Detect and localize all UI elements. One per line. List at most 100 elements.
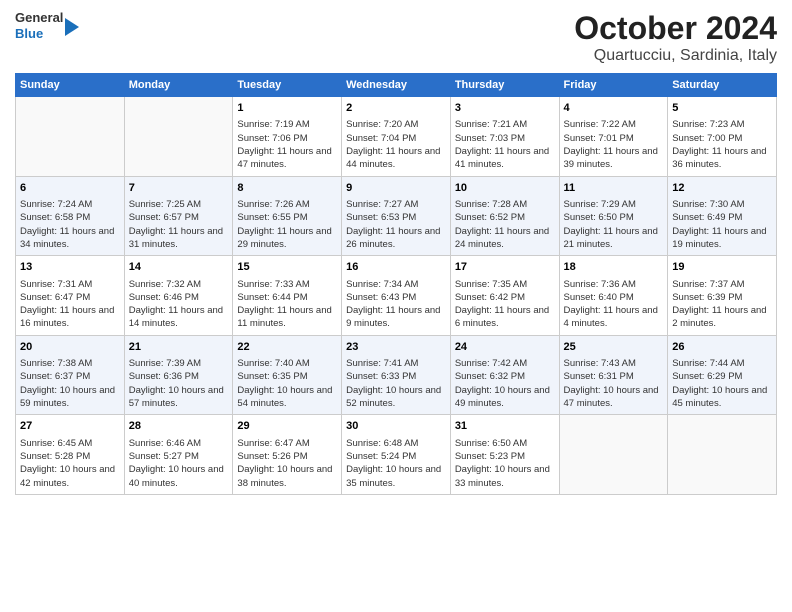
day-number: 5 xyxy=(672,101,772,116)
column-header-tuesday: Tuesday xyxy=(233,74,342,97)
calendar-cell: 6Sunrise: 7:24 AMSunset: 6:58 PMDaylight… xyxy=(16,176,125,256)
day-number: 20 xyxy=(20,340,120,355)
cell-info: Sunrise: 7:26 AMSunset: 6:55 PMDaylight:… xyxy=(237,198,337,251)
cell-info: Sunrise: 7:28 AMSunset: 6:52 PMDaylight:… xyxy=(455,198,555,251)
calendar-cell: 3 Sunrise: 7:21 AMSunset: 7:03 PMDaylight… xyxy=(450,97,559,177)
calendar-cell: 8 Sunrise: 7:26 AMSunset: 6:55 PMDaylight… xyxy=(233,176,342,256)
calendar-cell: 10 Sunrise: 7:28 AMSunset: 6:52 PMDayligh… xyxy=(450,176,559,256)
calendar-cell: 30Sunrise: 6:48 AMSunset: 5:24 PMDayligh… xyxy=(342,415,451,495)
logo-blue: Blue xyxy=(15,26,43,41)
calendar-cell xyxy=(16,97,125,177)
day-number: 14 xyxy=(129,260,229,275)
calendar-cell xyxy=(124,97,233,177)
cell-info: Sunrise: 7:42 AMSunset: 6:32 PMDaylight:… xyxy=(455,357,555,410)
calendar-week-4: 20Sunrise: 7:38 AMSunset: 6:37 PMDayligh… xyxy=(16,335,777,415)
day-number: 16 xyxy=(346,260,446,275)
calendar-cell: 11Sunrise: 7:29 AMSunset: 6:50 PMDayligh… xyxy=(559,176,668,256)
calendar-week-3: 13 Sunrise: 7:31 AMSunset: 6:47 PMDayligh… xyxy=(16,256,777,336)
day-number: 10 xyxy=(455,181,555,196)
column-header-friday: Friday xyxy=(559,74,668,97)
day-number: 25 xyxy=(564,340,664,355)
column-header-monday: Monday xyxy=(124,74,233,97)
page-subtitle: Quartucciu, Sardinia, Italy xyxy=(574,47,777,65)
cell-info: Sunrise: 6:46 AMSunset: 5:27 PMDaylight:… xyxy=(129,437,229,490)
cell-info: Sunrise: 7:24 AMSunset: 6:58 PMDaylight:… xyxy=(20,198,120,251)
logo: General Blue xyxy=(15,10,79,41)
cell-info: Sunrise: 7:30 AMSunset: 6:49 PMDaylight:… xyxy=(672,198,772,251)
cell-info: Sunrise: 7:43 AMSunset: 6:31 PMDaylight:… xyxy=(564,357,664,410)
cell-info: Sunrise: 7:33 AMSunset: 6:44 PMDaylight:… xyxy=(237,278,337,331)
day-number: 4 xyxy=(564,101,664,116)
calendar-cell: 28 Sunrise: 6:46 AMSunset: 5:27 PMDayligh… xyxy=(124,415,233,495)
logo-arrow-icon xyxy=(65,18,79,36)
day-number: 28 xyxy=(129,419,229,434)
calendar-header: SundayMondayTuesdayWednesdayThursdayFrid… xyxy=(16,74,777,97)
cell-info: Sunrise: 6:50 AMSunset: 5:23 PMDaylight:… xyxy=(455,437,555,490)
cell-info: Sunrise: 7:21 AMSunset: 7:03 PMDaylight:… xyxy=(455,118,555,171)
day-number: 7 xyxy=(129,181,229,196)
calendar-cell: 21 Sunrise: 7:39 AMSunset: 6:36 PMDayligh… xyxy=(124,335,233,415)
header-row: SundayMondayTuesdayWednesdayThursdayFrid… xyxy=(16,74,777,97)
calendar-week-1: 1Sunrise: 7:19 AMSunset: 7:06 PMDaylight… xyxy=(16,97,777,177)
day-number: 3 xyxy=(455,101,555,116)
calendar-cell: 17 Sunrise: 7:35 AMSunset: 6:42 PMDayligh… xyxy=(450,256,559,336)
day-number: 22 xyxy=(237,340,337,355)
column-header-thursday: Thursday xyxy=(450,74,559,97)
cell-info: Sunrise: 7:44 AMSunset: 6:29 PMDaylight:… xyxy=(672,357,772,410)
calendar-cell: 24 Sunrise: 7:42 AMSunset: 6:32 PMDayligh… xyxy=(450,335,559,415)
calendar-cell: 16 Sunrise: 7:34 AMSunset: 6:43 PMDayligh… xyxy=(342,256,451,336)
page-header: General Blue October 2024 Quartucciu, Sa… xyxy=(15,10,777,65)
cell-info: Sunrise: 7:40 AMSunset: 6:35 PMDaylight:… xyxy=(237,357,337,410)
day-number: 1 xyxy=(237,101,337,116)
column-header-sunday: Sunday xyxy=(16,74,125,97)
column-header-wednesday: Wednesday xyxy=(342,74,451,97)
column-header-saturday: Saturday xyxy=(668,74,777,97)
calendar-cell: 12 Sunrise: 7:30 AMSunset: 6:49 PMDayligh… xyxy=(668,176,777,256)
day-number: 27 xyxy=(20,419,120,434)
calendar-cell xyxy=(559,415,668,495)
page-title: October 2024 xyxy=(574,10,777,47)
day-number: 12 xyxy=(672,181,772,196)
day-number: 17 xyxy=(455,260,555,275)
day-number: 11 xyxy=(564,181,664,196)
calendar-cell: 31 Sunrise: 6:50 AMSunset: 5:23 PMDayligh… xyxy=(450,415,559,495)
cell-info: Sunrise: 7:27 AMSunset: 6:53 PMDaylight:… xyxy=(346,198,446,251)
day-number: 18 xyxy=(564,260,664,275)
day-number: 2 xyxy=(346,101,446,116)
calendar-cell: 18 Sunrise: 7:36 AMSunset: 6:40 PMDayligh… xyxy=(559,256,668,336)
calendar-cell: 25 Sunrise: 7:43 AMSunset: 6:31 PMDayligh… xyxy=(559,335,668,415)
calendar-cell: 4 Sunrise: 7:22 AMSunset: 7:01 PMDaylight… xyxy=(559,97,668,177)
cell-info: Sunrise: 7:22 AMSunset: 7:01 PMDaylight:… xyxy=(564,118,664,171)
calendar-cell: 14Sunrise: 7:32 AMSunset: 6:46 PMDayligh… xyxy=(124,256,233,336)
cell-info: Sunrise: 7:35 AMSunset: 6:42 PMDaylight:… xyxy=(455,278,555,331)
day-number: 13 xyxy=(20,260,120,275)
cell-info: Sunrise: 7:39 AMSunset: 6:36 PMDaylight:… xyxy=(129,357,229,410)
calendar-cell: 23 Sunrise: 7:41 AMSunset: 6:33 PMDayligh… xyxy=(342,335,451,415)
day-number: 21 xyxy=(129,340,229,355)
calendar-cell xyxy=(668,415,777,495)
cell-info: Sunrise: 6:45 AMSunset: 5:28 PMDaylight:… xyxy=(20,437,120,490)
calendar-cell: 15 Sunrise: 7:33 AMSunset: 6:44 PMDayligh… xyxy=(233,256,342,336)
calendar-cell: 27 Sunrise: 6:45 AMSunset: 5:28 PMDayligh… xyxy=(16,415,125,495)
calendar-cell: 7Sunrise: 7:25 AMSunset: 6:57 PMDaylight… xyxy=(124,176,233,256)
calendar-table: SundayMondayTuesdayWednesdayThursdayFrid… xyxy=(15,73,777,495)
cell-info: Sunrise: 7:23 AMSunset: 7:00 PMDaylight:… xyxy=(672,118,772,171)
calendar-cell: 19Sunrise: 7:37 AMSunset: 6:39 PMDayligh… xyxy=(668,256,777,336)
day-number: 8 xyxy=(237,181,337,196)
cell-info: Sunrise: 7:34 AMSunset: 6:43 PMDaylight:… xyxy=(346,278,446,331)
cell-info: Sunrise: 7:36 AMSunset: 6:40 PMDaylight:… xyxy=(564,278,664,331)
calendar-cell: 20Sunrise: 7:38 AMSunset: 6:37 PMDayligh… xyxy=(16,335,125,415)
day-number: 15 xyxy=(237,260,337,275)
day-number: 31 xyxy=(455,419,555,434)
cell-info: Sunrise: 7:31 AMSunset: 6:47 PMDaylight:… xyxy=(20,278,120,331)
calendar-body: 1Sunrise: 7:19 AMSunset: 7:06 PMDaylight… xyxy=(16,97,777,495)
calendar-cell: 1Sunrise: 7:19 AMSunset: 7:06 PMDaylight… xyxy=(233,97,342,177)
cell-info: Sunrise: 7:20 AMSunset: 7:04 PMDaylight:… xyxy=(346,118,446,171)
logo-general: General xyxy=(15,10,63,25)
cell-info: Sunrise: 7:41 AMSunset: 6:33 PMDaylight:… xyxy=(346,357,446,410)
day-number: 23 xyxy=(346,340,446,355)
day-number: 24 xyxy=(455,340,555,355)
calendar-cell: 26Sunrise: 7:44 AMSunset: 6:29 PMDayligh… xyxy=(668,335,777,415)
calendar-week-5: 27 Sunrise: 6:45 AMSunset: 5:28 PMDayligh… xyxy=(16,415,777,495)
day-number: 30 xyxy=(346,419,446,434)
